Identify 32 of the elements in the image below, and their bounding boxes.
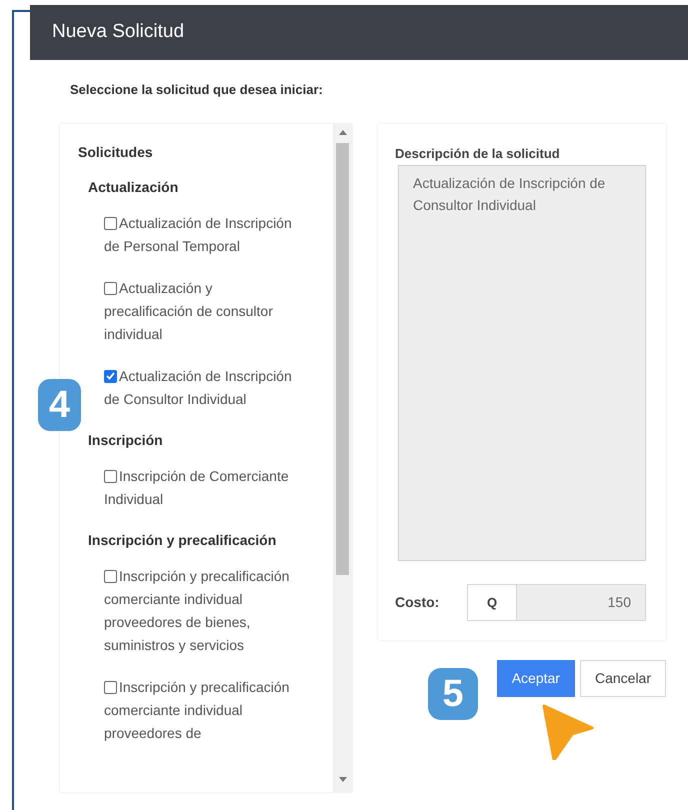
group-label: Actualización — [88, 178, 180, 196]
option-label[interactable]: Inscripción y precalificación comerciante individual proveedores de — [104, 676, 294, 744]
checkbox[interactable] — [104, 570, 117, 582]
scroll-up-icon[interactable] — [338, 130, 346, 134]
cost-field[interactable]: Q 150 — [467, 584, 646, 621]
checkbox[interactable] — [104, 370, 117, 382]
cursor-arrow-icon — [542, 704, 594, 760]
scrollbar[interactable] — [333, 124, 352, 792]
checkbox[interactable] — [104, 282, 117, 294]
scrollbar-thumb[interactable] — [336, 142, 349, 574]
group-label: Inscripción y precalificación — [88, 530, 278, 550]
cancel-button[interactable]: Cancelar — [580, 660, 666, 696]
option-label[interactable]: Actualización y precalificación de consultor individual — [104, 276, 294, 346]
scroll-down-icon[interactable] — [338, 776, 346, 782]
checkbox[interactable] — [104, 680, 117, 694]
list-heading: Solicitudes — [78, 142, 154, 162]
step-badge: 4 — [38, 379, 81, 431]
instruction-text: Seleccione la solicitud que desea iniciar: — [70, 81, 324, 99]
group-label: Inscripción — [88, 430, 164, 450]
description-label: Descripción de la solicitud — [395, 144, 561, 163]
description-field[interactable]: Actualización de Inscripción de Consultor Individual — [398, 165, 646, 561]
cost-value: 150 — [517, 585, 645, 620]
checkbox[interactable] — [104, 470, 117, 482]
option-label[interactable]: Actualización de Inscripción de Personal Temporal — [104, 212, 294, 258]
option-label[interactable]: Inscripción y precalificación comerciante individual proveedores de bienes, suministros y servicios — [104, 564, 294, 656]
accept-button[interactable]: Aceptar — [496, 660, 575, 696]
option-label[interactable]: Actualización de Inscripción de Consultor Individual — [104, 364, 294, 410]
option-label[interactable]: Inscripción de Comerciante Individual — [104, 464, 294, 510]
checkbox[interactable] — [104, 216, 117, 230]
dialog-title: Nueva Solicitud — [52, 20, 184, 44]
cost-label: Costo: — [395, 593, 440, 612]
step-badge: 5 — [428, 668, 478, 720]
